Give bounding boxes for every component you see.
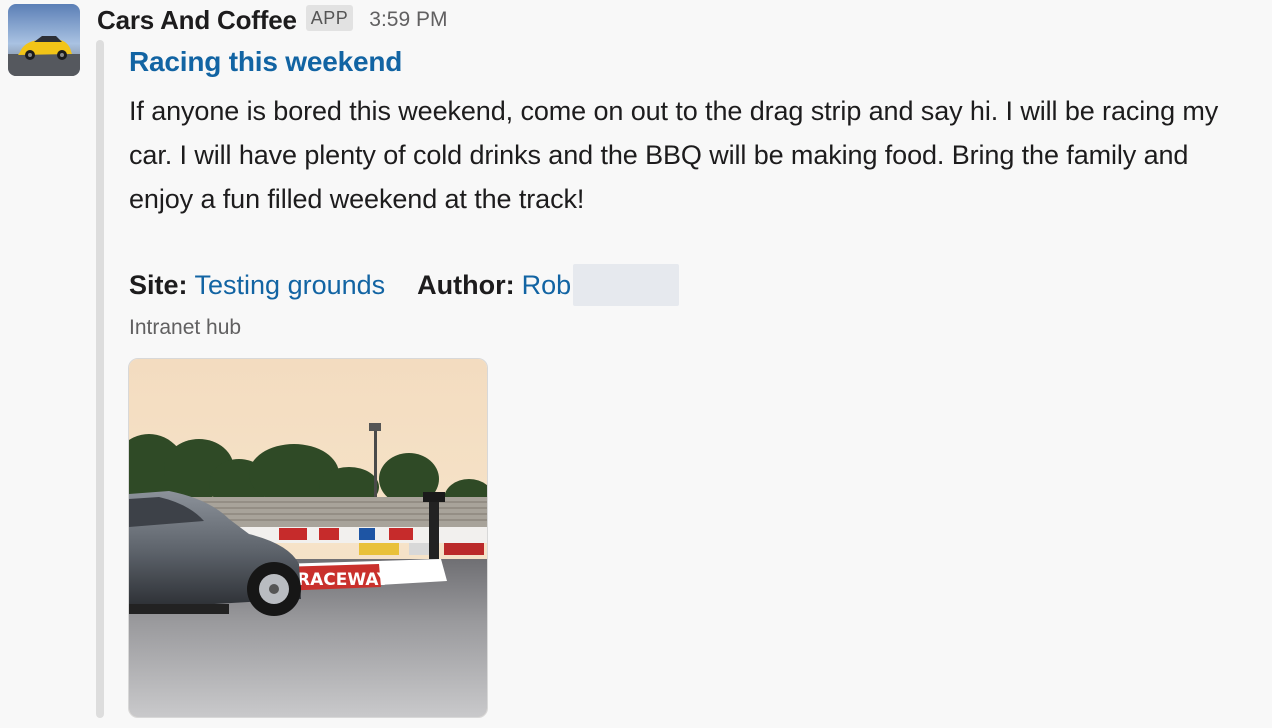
attachment-footer: Intranet hub (129, 316, 242, 339)
attachment-image[interactable]: RACEWAY (128, 358, 488, 718)
author-field-link[interactable]: Rob (522, 270, 572, 301)
attachment-body-text: If anyone is bored this weekend, come on… (129, 96, 1219, 214)
site-field-label: Site: (129, 269, 188, 300)
attachment-accent-bar (96, 40, 104, 718)
message-header: Cars And Coffee APP 3:59 PM (97, 0, 447, 40)
attachment-title-link[interactable]: Racing this weekend (129, 46, 402, 78)
attachment-fields: Site: Testing grounds Author: Rob (129, 263, 680, 307)
redacted-surname (573, 264, 680, 306)
sender-name[interactable]: Cars And Coffee (97, 5, 297, 36)
raceway-sign-text: RACEWAY (297, 570, 390, 590)
site-field-link[interactable]: Testing grounds (195, 270, 386, 301)
message: Cars And Coffee APP 3:59 PM Racing this … (0, 0, 1272, 728)
sender-avatar[interactable] (8, 4, 80, 76)
yellow-car-icon (8, 4, 80, 76)
app-badge: APP (305, 5, 354, 31)
message-timestamp[interactable]: 3:59 PM (369, 8, 447, 32)
drag-racing-photo-icon: RACEWAY (129, 359, 487, 717)
author-field-label: Author: (417, 269, 515, 300)
